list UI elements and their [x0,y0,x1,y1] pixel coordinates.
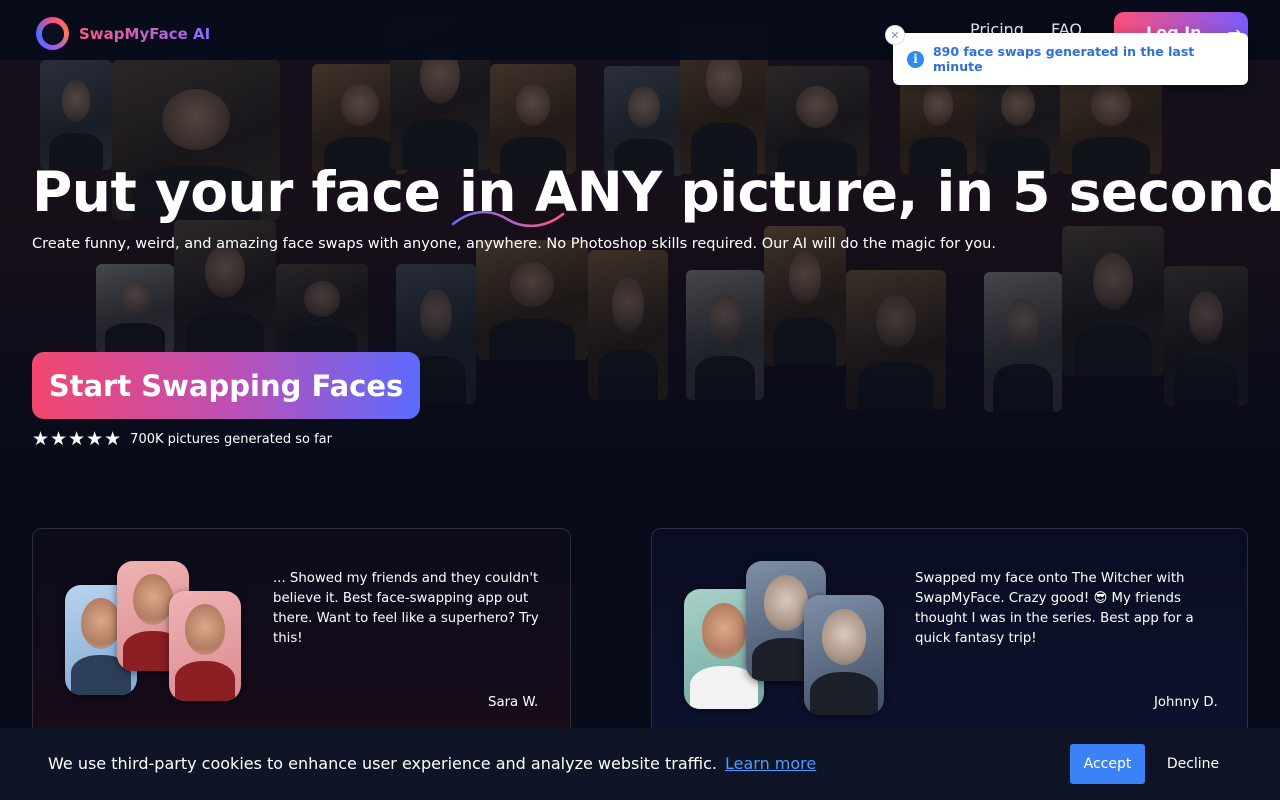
cookie-message: We use third-party cookies to enhance us… [48,754,816,773]
learn-more-link[interactable]: Learn more [725,754,816,773]
hero-title: Put your face in ANY picture, in 5 secon… [32,160,1280,224]
testimonial-photo-swap [169,591,241,701]
testimonial-quote: ... Showed my friends and they couldn't … [273,571,539,646]
cookie-consent-bar: We use third-party cookies to enhance us… [0,728,1280,800]
rating-row: ★★★★★ 700K pictures generated so far [32,428,332,450]
info-icon: i [907,50,924,68]
brand-logo[interactable]: SwapMyFace AI [36,17,210,50]
activity-toast: ✕ i 890 face swaps generated in the last… [885,25,1248,85]
cookie-text: We use third-party cookies to enhance us… [48,754,717,773]
hero-title-end: picture, in 5 seconds! [661,160,1280,224]
hero-subtitle: Create funny, weird, and amazing face sw… [32,236,996,252]
testimonial-photo-swap [804,595,884,715]
toast-message: 890 face swaps generated in the last min… [932,44,1195,74]
ring-logo-icon [36,17,69,50]
accept-cookies-button[interactable]: Accept [1070,744,1145,784]
star-rating-icon: ★★★★★ [32,428,123,450]
start-swapping-button[interactable]: Start Swapping Faces [32,352,420,419]
rating-text: 700K pictures generated so far [130,431,332,447]
testimonial-quote: Swapped my face onto The Witcher with Sw… [915,571,1194,646]
brand-name: SwapMyFace AI [79,24,211,43]
highlight-squiggle [451,210,565,228]
testimonial-author: Sara W. [488,695,539,710]
decline-cookies-button[interactable]: Decline [1160,744,1226,784]
testimonial-author: Johnny D. [1154,695,1218,710]
close-icon[interactable]: ✕ [885,25,905,45]
